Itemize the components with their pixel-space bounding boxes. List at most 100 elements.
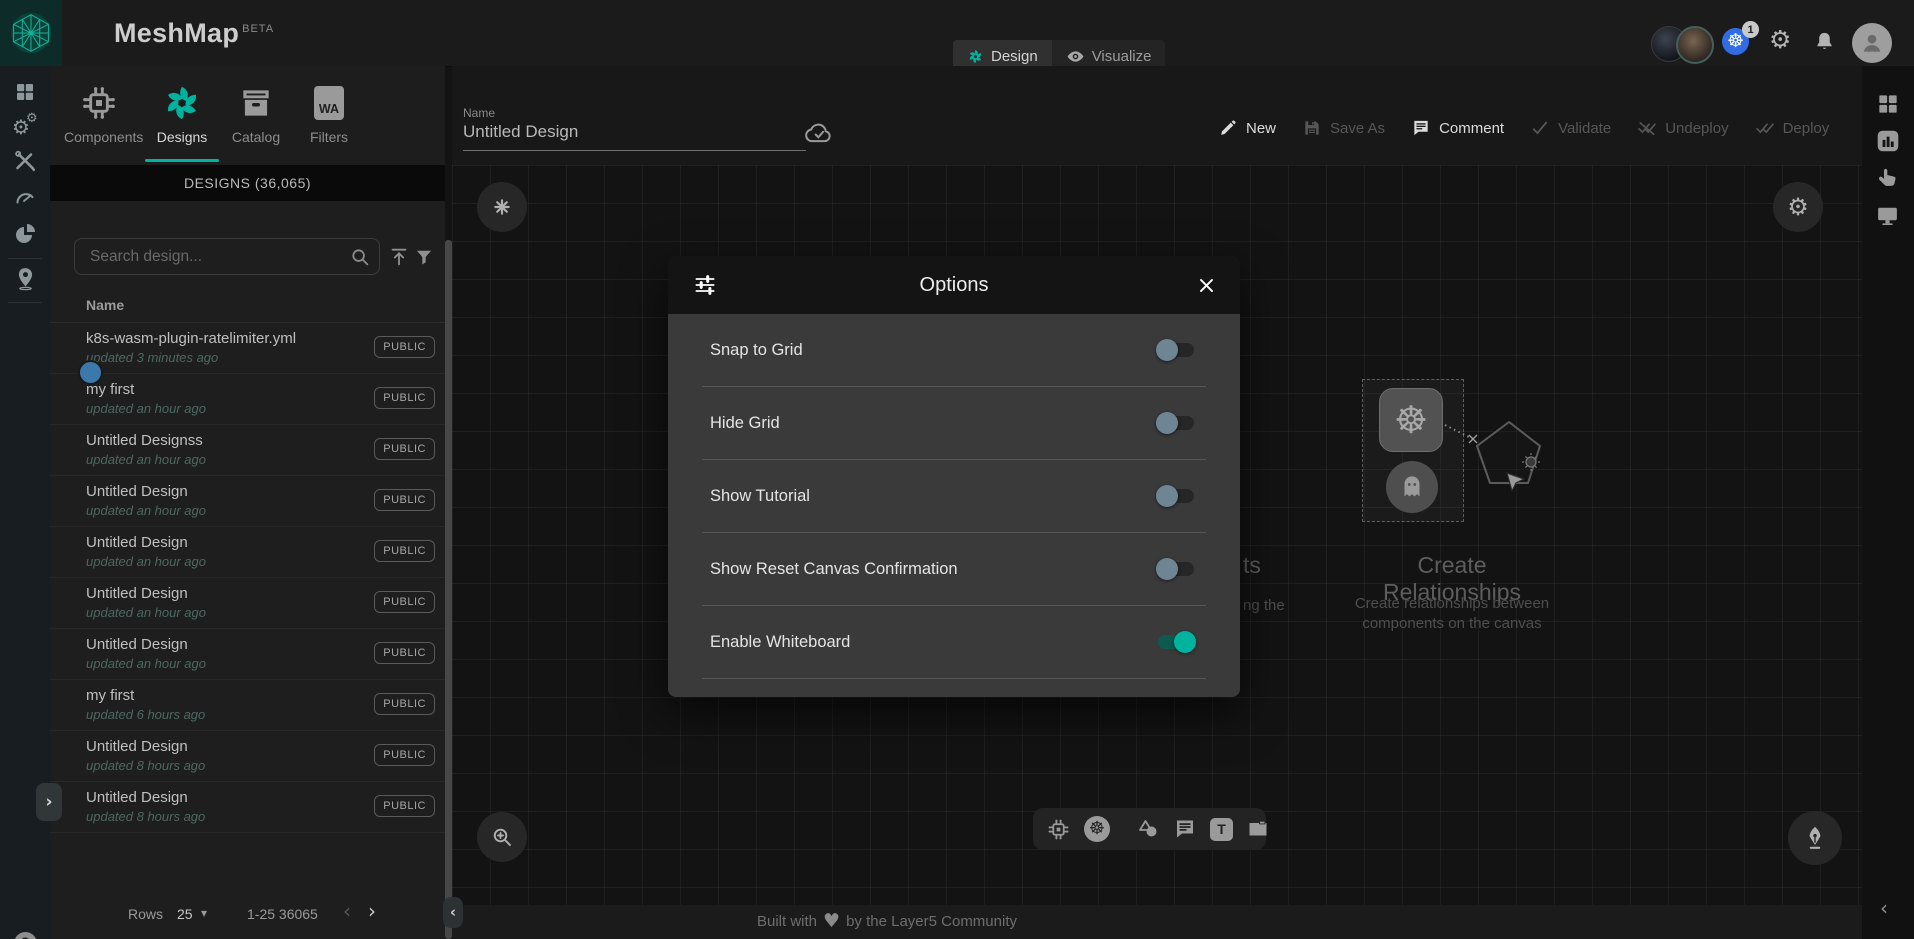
rows-per-page-caret-icon[interactable]: ▾	[201, 907, 207, 919]
undeploy-button[interactable]: Undeploy	[1637, 118, 1728, 138]
new-button[interactable]: New	[1218, 118, 1276, 138]
tab-filters[interactable]: WA Filters	[294, 80, 364, 145]
design-list-item[interactable]: Untitled Design updated an hour ago PUBL…	[50, 476, 445, 527]
design-name-input[interactable]	[463, 122, 806, 151]
nav-meshmap-pin-icon[interactable]	[0, 266, 50, 291]
footer-collapse-handle[interactable]: ‹	[443, 897, 463, 928]
right-dock-monitor-icon[interactable]	[1875, 203, 1900, 228]
nav-lifecycle-gears-icon[interactable]: ⚙⚙	[0, 114, 50, 140]
pencil-icon	[1218, 118, 1238, 138]
save-as-button[interactable]: Save As	[1302, 118, 1385, 138]
sidebar-scrollbar[interactable]	[445, 240, 452, 939]
canvas-footer: Built with ♥ by the Layer5 Community	[452, 905, 1862, 939]
check1-icon	[1530, 118, 1550, 138]
design-list-item[interactable]: Untitled Design updated 8 hours ago PUBL…	[50, 782, 445, 833]
option-toggle-switch[interactable]	[1156, 485, 1196, 507]
kubernetes-context-count-badge: 1	[1742, 21, 1759, 38]
toolbar-button-label: Save As	[1330, 120, 1385, 137]
right-dock-grid-icon[interactable]	[1875, 91, 1901, 117]
design-list-item[interactable]: Untitled Design updated an hour ago PUBL…	[50, 578, 445, 629]
design-list-item[interactable]: Untitled Design updated an hour ago PUBL…	[50, 629, 445, 680]
design-list-item[interactable]: Untitled Design updated an hour ago PUBL…	[50, 527, 445, 578]
option-toggle-switch[interactable]	[1156, 631, 1196, 653]
design-visibility-badge: PUBLIC	[374, 642, 435, 664]
designs-sidebar: Components Designs Catalog WA Filters DE…	[50, 66, 445, 939]
toggle-knob	[1156, 412, 1178, 434]
close-modal-button[interactable]	[1197, 276, 1216, 295]
search-icon[interactable]	[349, 246, 371, 268]
deploy-button[interactable]: Deploy	[1755, 118, 1830, 138]
design-name: Untitled Design	[86, 483, 188, 500]
upload-design-icon[interactable]	[388, 246, 410, 268]
design-list-item[interactable]: my first updated an hour ago PUBLIC	[50, 374, 445, 425]
dock-shapes-icon[interactable]	[1136, 817, 1160, 841]
check2x-icon	[1637, 118, 1657, 138]
validate-button[interactable]: Validate	[1530, 118, 1611, 138]
option-divider	[702, 678, 1206, 679]
canvas-tool-dock: ☸ T	[1033, 808, 1266, 850]
design-list-item[interactable]: my first updated 6 hours ago PUBLIC	[50, 680, 445, 731]
pagination-prev-button[interactable]: ‹	[343, 901, 351, 921]
canvas-settings-button[interactable]: ⚙	[1773, 182, 1823, 232]
design-list-item[interactable]: Untitled Designss updated an hour ago PU…	[50, 425, 445, 476]
tab-catalog[interactable]: Catalog	[221, 80, 291, 145]
onboarding-hidden-fragment-title: ts	[1243, 552, 1261, 579]
collaborator-avatar[interactable]	[1676, 26, 1714, 64]
right-dock-bar-chart-icon[interactable]	[1875, 128, 1901, 154]
nav-dashboard-icon[interactable]	[0, 80, 50, 104]
onboarding-hidden-fragment-text: ng the	[1243, 597, 1285, 614]
design-list-item[interactable]: Untitled Design updated 8 hours ago PUBL…	[50, 731, 445, 782]
option-toggle-switch[interactable]	[1156, 412, 1196, 434]
design-list-item[interactable]: k8s-wasm-plugin-ratelimiter.yml updated …	[50, 323, 445, 374]
design-swirl-icon	[967, 48, 984, 65]
dock-image-icon[interactable]	[1246, 817, 1270, 841]
design-visibility-badge: PUBLIC	[374, 336, 435, 358]
sidebar-collapse-handle[interactable]: ›	[36, 783, 62, 821]
settings-gear-icon[interactable]: ⚙	[1769, 27, 1791, 52]
whiteboard-pen-button[interactable]	[1788, 811, 1842, 865]
pagination-rows-per-page[interactable]: 25	[177, 906, 193, 922]
user-profile-avatar[interactable]	[1852, 23, 1892, 63]
design-collaborator-avatar[interactable]	[78, 360, 103, 385]
rail-divider	[8, 302, 42, 303]
option-toggle-switch[interactable]	[1156, 558, 1196, 580]
toggle-knob	[1174, 631, 1196, 653]
dock-components-icon[interactable]	[1046, 817, 1071, 842]
layer5-logo[interactable]	[0, 0, 62, 66]
option-toggle-switch[interactable]	[1156, 339, 1196, 361]
canvas-loading-gear-button[interactable]	[477, 182, 527, 232]
design-visibility-badge: PUBLIC	[374, 591, 435, 613]
active-tab-underline	[145, 159, 219, 162]
design-updated-timestamp: updated 3 minutes ago	[86, 350, 218, 365]
design-name: my first	[86, 687, 134, 704]
help-button[interactable]: ?	[14, 932, 37, 939]
nav-performance-gauge-icon[interactable]	[0, 186, 50, 210]
tune-sliders-icon	[692, 272, 718, 298]
dock-kubernetes-icon[interactable]: ☸	[1084, 816, 1110, 842]
options-modal: Options Snap to Grid Hide Grid Show Tuto…	[668, 256, 1240, 697]
pagination-rows-label: Rows	[128, 906, 163, 922]
dock-text-tool-icon[interactable]: T	[1210, 818, 1233, 841]
tab-filters-label: Filters	[294, 129, 364, 145]
list-column-header-name: Name	[86, 297, 124, 313]
tab-components[interactable]: Components	[64, 80, 134, 145]
page-title: MeshMapBETA	[114, 18, 274, 49]
notifications-bell-icon[interactable]	[1813, 30, 1836, 53]
toolbar-button-label: Undeploy	[1665, 120, 1728, 137]
comment-button[interactable]: Comment	[1411, 118, 1504, 138]
toolbar-button-label: Comment	[1439, 120, 1504, 137]
filter-funnel-icon[interactable]	[414, 247, 434, 267]
nav-extensions-pie-icon[interactable]	[0, 222, 50, 246]
pagination-next-button[interactable]: ›	[368, 901, 376, 921]
search-input[interactable]	[74, 238, 380, 275]
zoom-in-button[interactable]	[477, 812, 527, 862]
right-dock-touch-icon[interactable]	[1875, 166, 1900, 191]
right-panel-collapse-handle[interactable]: ‹	[1880, 898, 1888, 918]
toolbar-button-label: Validate	[1558, 120, 1611, 137]
app-title-text: MeshMap	[114, 18, 239, 48]
design-visibility-badge: PUBLIC	[374, 438, 435, 460]
dock-comment-icon[interactable]	[1173, 817, 1197, 841]
nav-toolbox-icon[interactable]	[0, 150, 50, 174]
tab-designs[interactable]: Designs	[147, 80, 217, 145]
design-updated-timestamp: updated an hour ago	[86, 503, 206, 518]
